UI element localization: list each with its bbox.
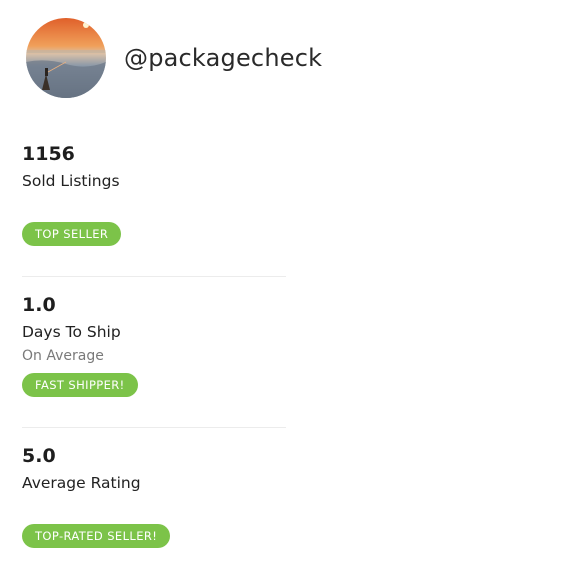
seller-stats: 1156 Sold Listings TOP SELLER 1.0 Days T… <box>22 140 286 548</box>
days-to-ship-value: 1.0 <box>22 294 56 316</box>
username: @packagecheck <box>124 44 323 72</box>
sold-listings-label: Sold Listings <box>22 172 120 190</box>
days-to-ship-sub: On Average <box>22 348 104 364</box>
average-rating-value: 5.0 <box>22 445 56 467</box>
sold-listings-stat: 1156 Sold Listings TOP SELLER <box>22 140 286 276</box>
profile-header: @packagecheck <box>26 18 322 98</box>
top-rated-seller-badge: TOP-RATED SELLER! <box>22 524 171 548</box>
avatar-image <box>26 18 106 98</box>
sold-listings-value: 1156 <box>22 143 75 165</box>
average-rating-label: Average Rating <box>22 474 141 492</box>
days-to-ship-stat: 1.0 Days To Ship On Average FAST SHIPPER… <box>22 291 286 427</box>
avatar[interactable] <box>26 18 106 98</box>
top-seller-badge: TOP SELLER <box>22 222 122 246</box>
days-to-ship-label: Days To Ship <box>22 323 121 341</box>
divider <box>22 276 286 277</box>
average-rating-stat: 5.0 Average Rating TOP-RATED SELLER! <box>22 442 286 548</box>
fast-shipper-badge: FAST SHIPPER! <box>22 373 138 397</box>
divider <box>22 427 286 428</box>
